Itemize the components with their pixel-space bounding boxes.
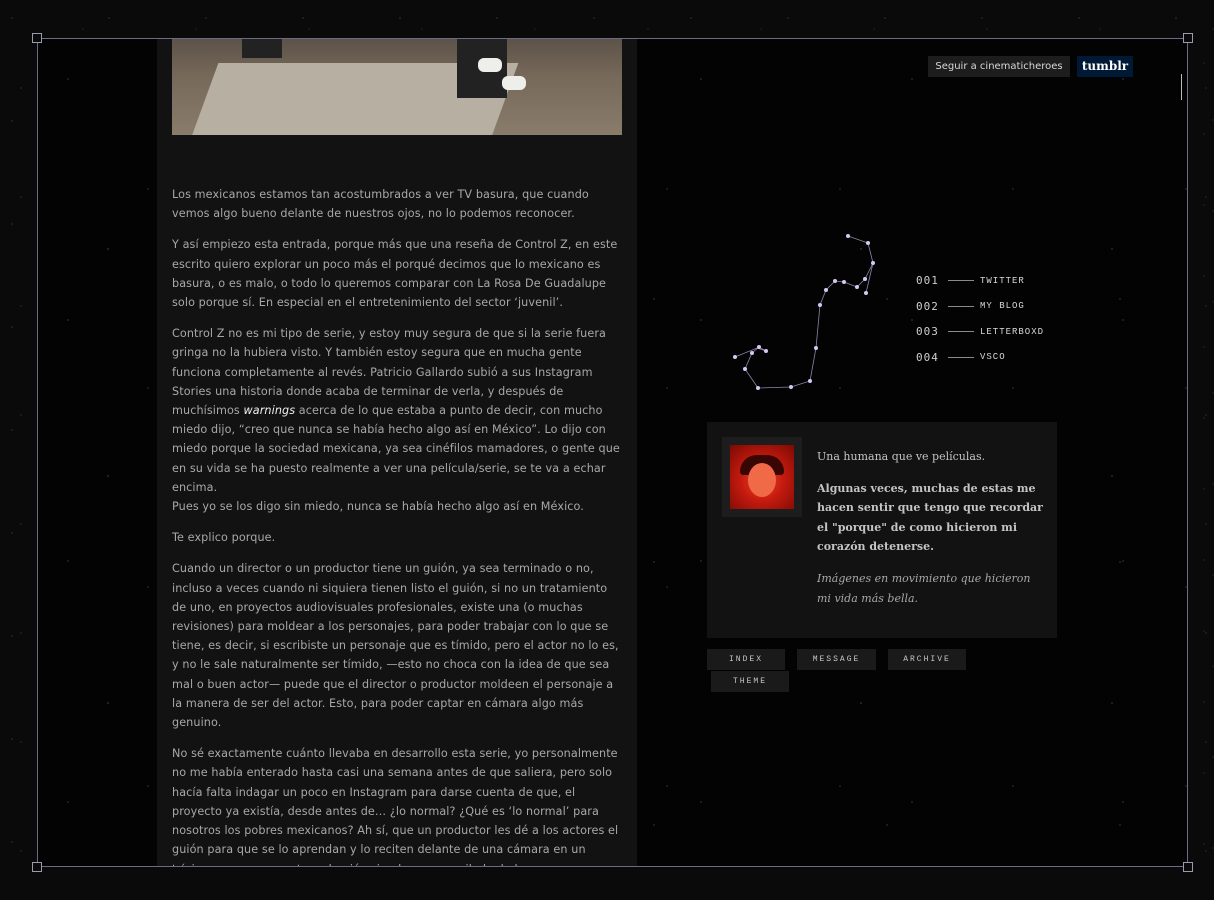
bio-text: Una humana que ve películas. Algunas vec… <box>817 447 1047 620</box>
link-number: 003 <box>916 325 939 339</box>
link-divider <box>948 305 974 307</box>
frame-corner-top-right <box>1183 33 1193 43</box>
post-emphasis: warnings <box>243 404 296 418</box>
link-label[interactable]: TWITTER <box>980 276 1025 286</box>
post-text-span: Pues yo se los digo sin miedo, nunca se … <box>172 500 584 514</box>
link-number: 004 <box>916 350 939 364</box>
post-paragraph: Te explico porque. <box>172 531 276 545</box>
bio-line-2: Algunas veces, muchas de estas me hacen … <box>817 481 1043 554</box>
sidebar-link-letterboxd[interactable]: 003 LETTERBOXD <box>916 319 1044 345</box>
avatar-frame <box>722 437 802 517</box>
shoe-shape <box>478 58 502 72</box>
link-label[interactable]: LETTERBOXD <box>980 327 1044 337</box>
sidebar-links: 001 TWITTER 002 MY BLOG 003 LETTERBOXD 0… <box>916 268 1044 370</box>
post-paragraph: No sé exactamente cuánto llevaba en desa… <box>172 747 619 866</box>
nav-theme-button[interactable]: THEME <box>711 671 789 692</box>
sidebar-link-twitter[interactable]: 001 TWITTER <box>916 268 1044 294</box>
person-shape <box>242 39 282 58</box>
link-divider <box>948 356 974 358</box>
nav-index-button[interactable]: INDEX <box>707 649 785 670</box>
nav-archive-button[interactable]: ARCHIVE <box>888 649 966 670</box>
frame-corner-top-left <box>32 33 42 43</box>
post-column: Los mexicanos estamos tan acostumbrados … <box>157 39 637 866</box>
avatar-face <box>748 463 776 497</box>
bio-panel: Una humana que ve películas. Algunas vec… <box>707 422 1057 638</box>
link-divider <box>948 331 974 333</box>
constellation-icon <box>733 234 875 390</box>
tumblr-logo-button[interactable]: tumblr <box>1077 56 1133 77</box>
post-text-span: acerca de lo que estaba a punto de decir… <box>172 404 620 494</box>
link-number: 002 <box>916 299 939 313</box>
avatar[interactable] <box>730 445 794 509</box>
post-body: Los mexicanos estamos tan acostumbrados … <box>172 185 622 866</box>
bio-line-1: Una humana que ve películas. <box>817 450 986 463</box>
bio-line-3: Imágenes en movimiento que hicieron mi v… <box>817 571 1031 605</box>
frame-corner-bottom-left <box>32 862 42 872</box>
link-divider <box>948 280 974 282</box>
blog-frame: Los mexicanos estamos tan acostumbrados … <box>37 38 1188 867</box>
sidebar-link-vsco[interactable]: 004 VSCO <box>916 345 1044 371</box>
nav-message-button[interactable]: MESSAGE <box>797 649 876 670</box>
sidebar-link-my-blog[interactable]: 002 MY BLOG <box>916 294 1044 320</box>
link-number: 001 <box>916 274 939 288</box>
shoe-shape <box>502 76 526 90</box>
follow-button[interactable]: Seguir a cinematicheroes <box>928 56 1070 77</box>
post-paragraph: Control Z no es mi tipo de serie, y esto… <box>172 324 622 516</box>
post-paragraph: Cuando un director o un productor tiene … <box>172 562 619 730</box>
post-paragraph: Y así empiezo esta entrada, porque más q… <box>172 238 618 310</box>
link-label[interactable]: MY BLOG <box>980 301 1025 311</box>
scrollbar[interactable] <box>1181 74 1182 100</box>
frame-corner-bottom-right <box>1183 862 1193 872</box>
link-label[interactable]: VSCO <box>980 352 1006 362</box>
post-image <box>172 39 622 135</box>
post-paragraph: Los mexicanos estamos tan acostumbrados … <box>172 188 589 221</box>
